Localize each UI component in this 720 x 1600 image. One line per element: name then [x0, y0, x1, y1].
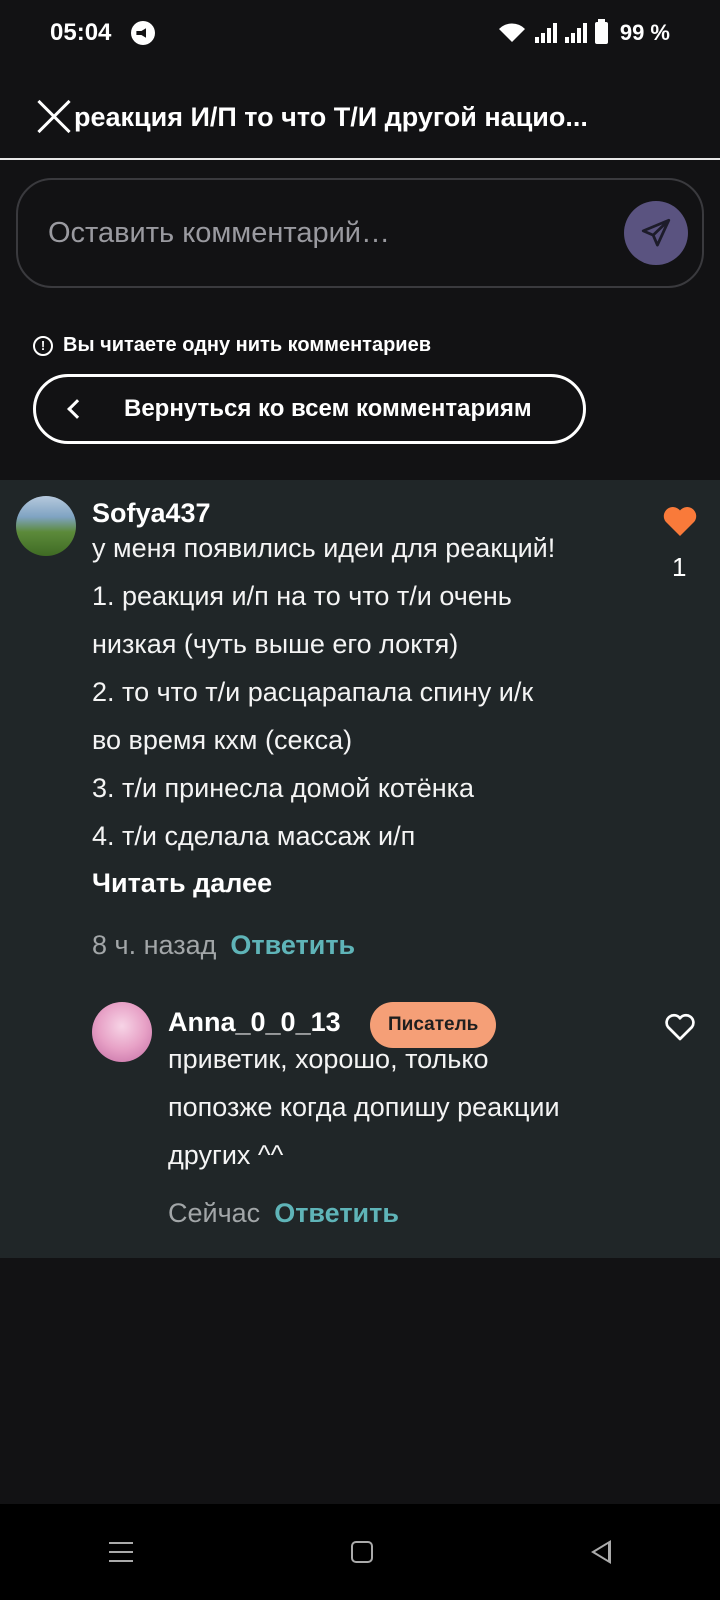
avatar[interactable] — [92, 1002, 152, 1062]
comment-meta: 8 ч. назад Ответить — [92, 930, 355, 961]
comment-line: 3. т/и принесла домой котёнка — [92, 773, 475, 803]
comment-line: 4. т/и сделала массаж и/п — [92, 821, 416, 851]
like-count: 1 — [672, 552, 687, 582]
recent-apps-icon[interactable] — [109, 1542, 133, 1562]
wifi-icon — [498, 23, 525, 42]
comment-time: Сейчас — [168, 1198, 261, 1228]
comment-body: приветик, хорошо, только попозже когда д… — [168, 1035, 648, 1179]
comment-body: у меня появились идеи для реакций! 1. ре… — [92, 524, 652, 860]
battery-icon — [594, 19, 608, 44]
status-icons: 99 % — [497, 19, 670, 46]
system-nav-bar — [0, 1504, 720, 1600]
back-to-comments-button[interactable]: Вернуться ко всем комментариям — [33, 374, 586, 444]
comment-username[interactable]: Anna_0_0_13 — [168, 1007, 341, 1038]
status-time: 05:04 — [50, 19, 112, 46]
comment-meta: Сейчас Ответить — [168, 1198, 399, 1229]
avatar[interactable] — [16, 496, 76, 556]
header: реакция И/П то что Т/И другой нацио... — [0, 76, 720, 160]
comment-line: 2. то что т/и расцарапала спину и/к — [92, 677, 534, 707]
comment-line: у меня появились идеи для реакций! — [92, 533, 556, 563]
thread-notice-text: Вы читаете одну нить комментариев — [63, 334, 432, 356]
back-icon[interactable] — [591, 1540, 611, 1564]
reply-button[interactable]: Ответить — [274, 1198, 399, 1229]
comment-box — [16, 178, 704, 288]
comment-line: попозже когда допишу реакции — [168, 1092, 560, 1122]
battery-level: 99 % — [619, 20, 670, 45]
comment-time: 8 ч. назад — [92, 930, 217, 960]
comment-line: 1. реакция и/п на то что т/и очень — [92, 581, 512, 611]
comment-thread: Sofya437 у меня появились идеи для реакц… — [0, 480, 720, 1258]
signal-icon — [534, 23, 557, 43]
send-button[interactable] — [624, 201, 688, 265]
comment-line: других ^^ — [168, 1140, 284, 1170]
heart-outline-icon[interactable] — [664, 1012, 696, 1042]
read-more-link[interactable]: Читать далее — [92, 868, 272, 899]
cast-icon — [131, 21, 156, 45]
heart-filled-icon[interactable] — [662, 504, 698, 538]
back-button-label: Вернуться ко всем комментариям — [124, 395, 532, 422]
status-bar: 05:04 99 % — [0, 0, 720, 66]
chevron-left-icon — [67, 399, 87, 419]
home-icon[interactable] — [351, 1541, 373, 1563]
close-icon[interactable] — [30, 97, 70, 137]
send-icon — [641, 218, 671, 247]
comment-line: низкая (чуть выше его локтя) — [92, 629, 459, 659]
signal-icon-2 — [564, 23, 587, 43]
reply-button[interactable]: Ответить — [230, 930, 355, 961]
page-title: реакция И/П то что Т/И другой нацио... — [74, 101, 588, 132]
info-icon: ! — [33, 335, 53, 356]
comment-input[interactable] — [48, 216, 624, 250]
thread-notice: ! Вы читаете одну нить комментариев — [33, 334, 431, 357]
comment-line: приветик, хорошо, только — [168, 1044, 489, 1074]
comment-line: во время кхм (секса) — [92, 725, 353, 755]
